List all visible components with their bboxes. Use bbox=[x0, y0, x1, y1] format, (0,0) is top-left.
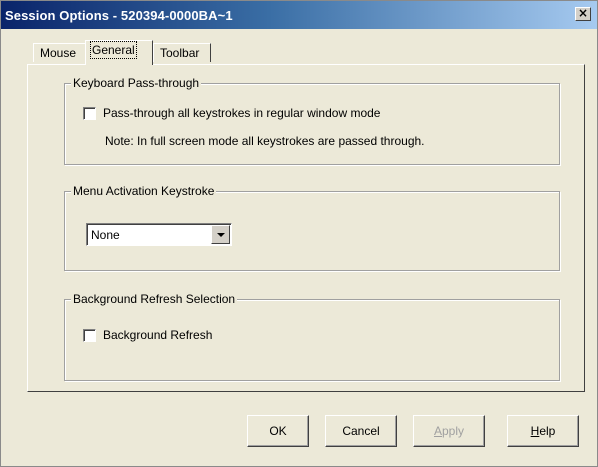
background-refresh-title: Background Refresh Selection bbox=[71, 292, 238, 306]
background-refresh-group: Background Refresh Selection Background … bbox=[64, 292, 560, 381]
keyboard-pass-through-group: Keyboard Pass-through Pass-through all k… bbox=[64, 76, 560, 165]
cancel-button[interactable]: Cancel bbox=[325, 415, 397, 447]
general-tab-panel: Keyboard Pass-through Pass-through all k… bbox=[27, 64, 585, 392]
pass-through-label: Pass-through all keystrokes in regular w… bbox=[103, 106, 381, 120]
background-refresh-label: Background Refresh bbox=[103, 328, 213, 342]
window-title: Session Options - 520394-0000BA~1 bbox=[5, 8, 233, 23]
pass-through-option[interactable]: Pass-through all keystrokes in regular w… bbox=[83, 106, 380, 120]
tab-toolbar[interactable]: Toolbar bbox=[153, 43, 211, 62]
close-button[interactable]: × bbox=[575, 7, 591, 21]
full-screen-note: Note: In full screen mode all keystrokes… bbox=[105, 134, 425, 148]
ok-button[interactable]: OK bbox=[247, 415, 309, 447]
menu-activation-value: None bbox=[91, 228, 120, 242]
menu-activation-select[interactable]: None bbox=[86, 223, 232, 246]
menu-activation-keystroke-title: Menu Activation Keystroke bbox=[71, 184, 217, 198]
session-options-window: Session Options - 520394-0000BA~1 × Mous… bbox=[0, 0, 598, 467]
tab-general[interactable]: General bbox=[85, 40, 153, 65]
apply-button[interactable]: Apply bbox=[413, 415, 485, 447]
tab-toolbar-label: Toolbar bbox=[160, 46, 200, 60]
tab-mouse-label: Mouse bbox=[40, 46, 77, 60]
background-refresh-option[interactable]: Background Refresh bbox=[83, 328, 212, 342]
help-button[interactable]: Help bbox=[507, 415, 579, 447]
keyboard-pass-through-title: Keyboard Pass-through bbox=[71, 76, 202, 90]
close-icon: × bbox=[577, 6, 589, 20]
chevron-down-icon[interactable] bbox=[211, 225, 230, 244]
tab-general-label: General bbox=[90, 41, 137, 59]
tab-mouse[interactable]: Mouse bbox=[33, 43, 89, 62]
menu-activation-keystroke-group: Menu Activation Keystroke None bbox=[64, 184, 560, 271]
pass-through-checkbox[interactable] bbox=[83, 106, 96, 120]
title-bar[interactable]: Session Options - 520394-0000BA~1 × bbox=[1, 1, 597, 29]
background-refresh-checkbox[interactable] bbox=[83, 328, 96, 342]
